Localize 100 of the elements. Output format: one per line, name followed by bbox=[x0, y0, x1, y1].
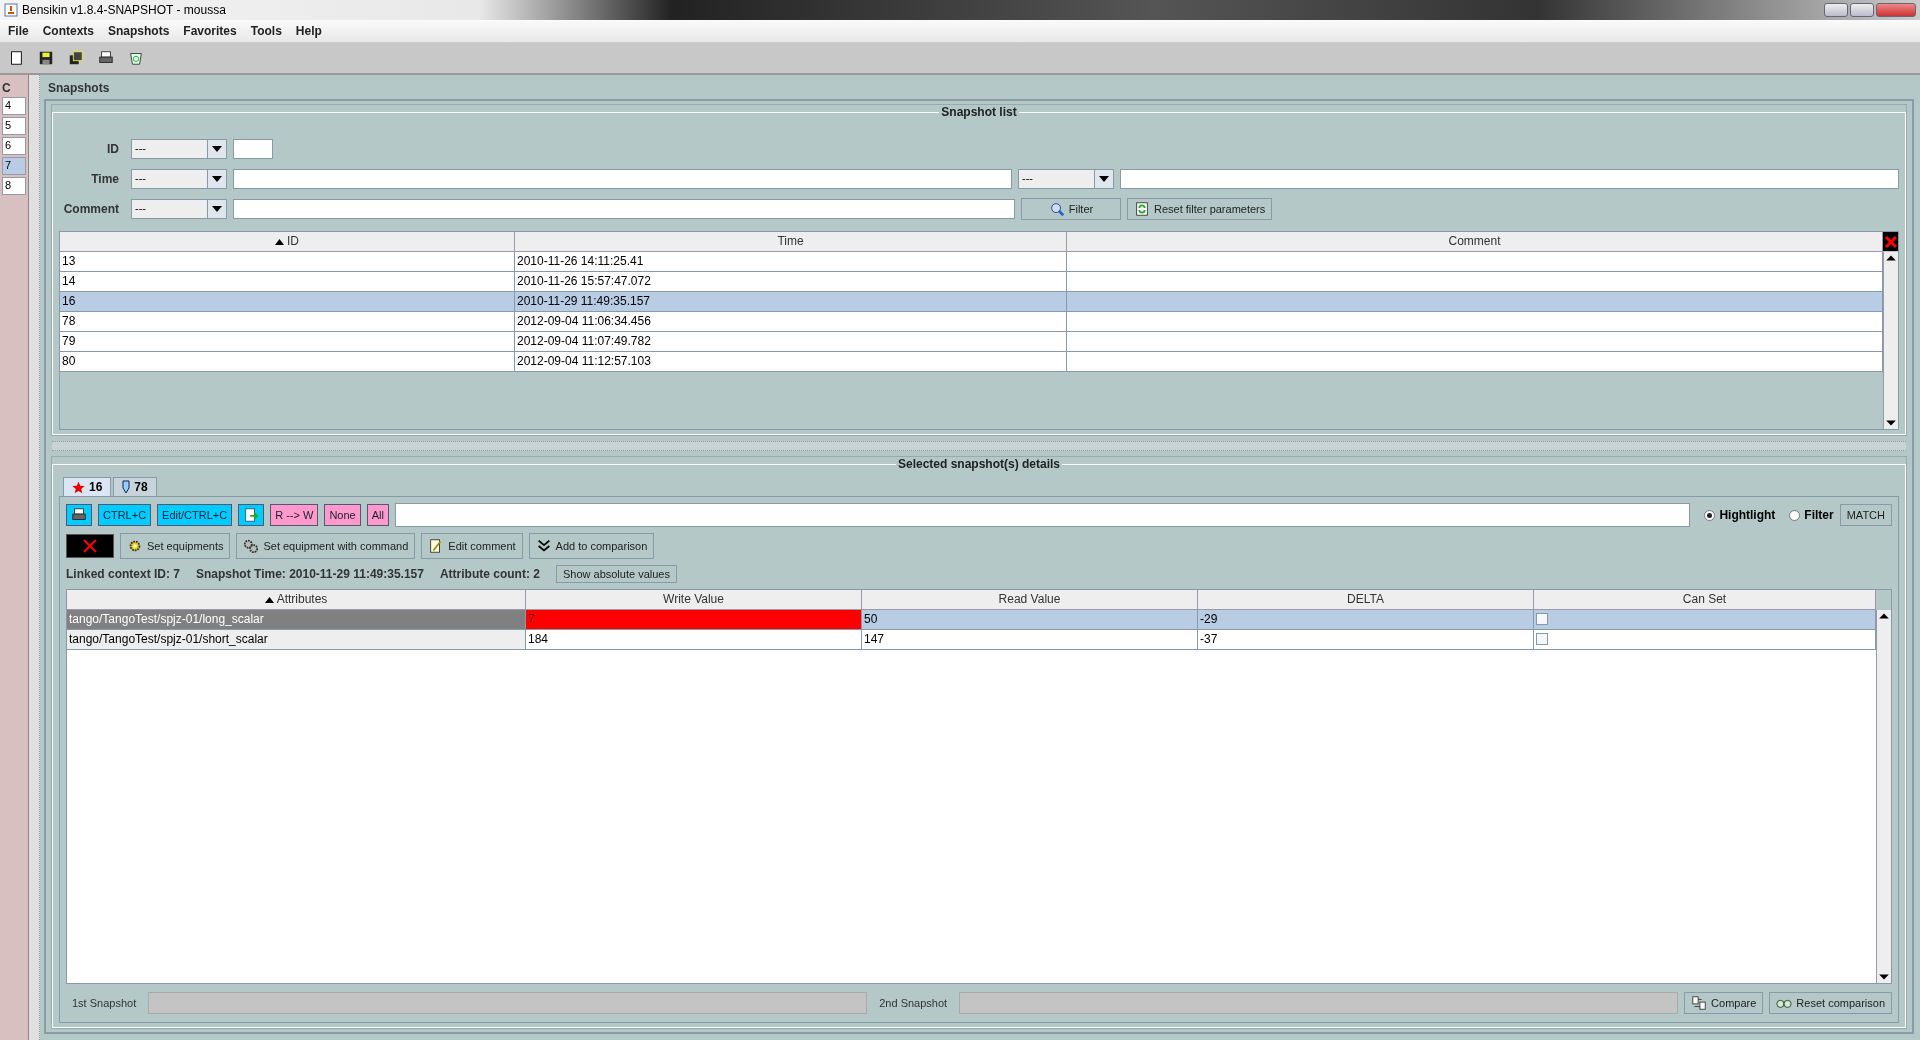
menu-item[interactable]: Tools bbox=[244, 22, 288, 40]
caret-icon bbox=[212, 146, 222, 152]
column-header[interactable]: ID bbox=[60, 232, 515, 252]
table-cell: 14 bbox=[60, 272, 515, 292]
dropdown[interactable]: --- bbox=[1018, 169, 1114, 189]
list-row[interactable]: 8 bbox=[2, 177, 26, 195]
reset-filter-button[interactable]: Reset filter parameters bbox=[1127, 198, 1273, 220]
group-title: Selected snapshot(s) details bbox=[896, 457, 1061, 471]
action-button[interactable]: Add to comparison bbox=[528, 533, 655, 559]
radio-button[interactable]: Hightlight bbox=[1704, 508, 1776, 522]
table-cell: 7 bbox=[526, 610, 862, 630]
time-field[interactable] bbox=[1120, 169, 1899, 189]
table-cell: -37 bbox=[1198, 630, 1534, 650]
table-cell: 80 bbox=[60, 352, 515, 372]
info-text: Attribute count: 2 bbox=[439, 567, 540, 581]
table-cell: 2012-09-04 11:06:34.456 bbox=[515, 312, 1067, 332]
save-tool-button[interactable] bbox=[38, 50, 54, 66]
action-button[interactable]: Edit comment bbox=[421, 533, 523, 559]
reset-comparison-button[interactable]: Reset comparison bbox=[1769, 992, 1892, 1014]
id-field[interactable] bbox=[233, 139, 273, 159]
menu-item[interactable]: File bbox=[2, 22, 35, 40]
column-header[interactable]: Comment bbox=[1067, 232, 1883, 252]
list-row[interactable]: 5 bbox=[2, 117, 26, 135]
table-cell: 50 bbox=[862, 610, 1198, 630]
column-header[interactable]: Time bbox=[515, 232, 1067, 252]
slot-label: 2nd Snapshot bbox=[878, 997, 949, 1009]
scrollbar[interactable] bbox=[1883, 252, 1898, 429]
match-button[interactable]: MATCH bbox=[1839, 504, 1892, 526]
column-header[interactable]: Can Set bbox=[1534, 590, 1876, 610]
filter-label: Comment bbox=[62, 202, 120, 216]
column-header[interactable]: Write Value bbox=[526, 590, 862, 610]
dropdown[interactable]: --- bbox=[131, 169, 227, 189]
star-icon bbox=[72, 480, 85, 494]
filter-label: Time bbox=[90, 172, 120, 186]
compare-icon bbox=[1691, 995, 1708, 1011]
table-cell: 184 bbox=[526, 630, 862, 650]
action-button[interactable]: Set equipments bbox=[120, 533, 231, 559]
comment-field[interactable] bbox=[233, 199, 1015, 219]
toolbar-button[interactable]: All bbox=[366, 504, 389, 526]
toolbar-button[interactable]: R --> W bbox=[270, 504, 319, 526]
time-field[interactable] bbox=[233, 169, 1012, 189]
table-cell: 147 bbox=[862, 630, 1198, 650]
print-button[interactable] bbox=[66, 504, 92, 526]
filter-label: ID bbox=[106, 142, 120, 156]
list-row[interactable]: 4 bbox=[2, 97, 26, 115]
toolbar-button[interactable]: CTRL+C bbox=[98, 504, 152, 526]
caret-icon bbox=[212, 176, 222, 182]
maximize-button[interactable] bbox=[1850, 3, 1874, 17]
checkbox[interactable] bbox=[1536, 613, 1548, 625]
table-cell: 78 bbox=[60, 312, 515, 332]
document-icon bbox=[8, 50, 24, 66]
menu-item[interactable]: Favorites bbox=[177, 22, 243, 40]
new-tool-button[interactable] bbox=[8, 50, 24, 66]
magnifier-icon bbox=[1048, 201, 1065, 217]
trash-tool-button[interactable] bbox=[128, 50, 144, 66]
dropdown[interactable]: --- bbox=[131, 199, 227, 219]
close-icon[interactable] bbox=[1884, 235, 1897, 248]
menu-item[interactable]: Snapshots bbox=[102, 22, 176, 40]
toolbar-button[interactable]: Edit/CTRL+C bbox=[157, 504, 233, 526]
trash-icon bbox=[128, 50, 144, 66]
list-row[interactable]: 6 bbox=[2, 137, 26, 155]
table-cell: 2010-11-26 14:11:25.41 bbox=[515, 252, 1067, 272]
search-field[interactable] bbox=[394, 503, 1691, 527]
tab[interactable]: 78 bbox=[113, 477, 157, 496]
table-cell: tango/TangoTest/spjz-01/short_scalar bbox=[67, 630, 526, 650]
export-button[interactable] bbox=[238, 504, 265, 526]
column-header[interactable]: Read Value bbox=[862, 590, 1198, 610]
dropdown[interactable]: --- bbox=[131, 139, 227, 159]
radio-button[interactable]: Filter bbox=[1789, 508, 1834, 522]
scrollbar[interactable] bbox=[1876, 610, 1891, 983]
delete-button[interactable] bbox=[66, 534, 114, 558]
menu-item[interactable]: Help bbox=[289, 22, 328, 40]
print-tool-button[interactable] bbox=[98, 50, 114, 66]
sort-arrow-icon bbox=[275, 239, 284, 245]
list-row[interactable]: 7 bbox=[2, 157, 26, 175]
panel-title: C bbox=[2, 81, 12, 95]
table-cell: 16 bbox=[60, 292, 515, 312]
copy-tool-button[interactable] bbox=[68, 50, 84, 66]
column-header[interactable]: Attributes bbox=[67, 590, 526, 610]
menu-item[interactable]: Contexts bbox=[36, 22, 100, 40]
group-title: Snapshot list bbox=[940, 105, 1018, 119]
action-button[interactable]: Set equipment with command bbox=[236, 533, 416, 559]
caret-icon bbox=[1099, 176, 1109, 182]
compare-button[interactable]: Compare bbox=[1684, 992, 1764, 1014]
gear-icon bbox=[127, 538, 143, 554]
close-icon bbox=[82, 538, 98, 554]
table-cell: 79 bbox=[60, 332, 515, 352]
stacked-disks-icon bbox=[68, 50, 84, 66]
table-cell: 2010-11-29 11:49:35.157 bbox=[515, 292, 1067, 312]
show-absolute-button[interactable]: Show absolute values bbox=[555, 565, 677, 583]
sort-arrow-icon bbox=[264, 597, 274, 603]
checkbox[interactable] bbox=[1536, 633, 1548, 645]
refresh-document-icon bbox=[1134, 201, 1150, 217]
minimize-button[interactable] bbox=[1824, 3, 1848, 17]
pin-icon bbox=[122, 480, 131, 494]
toolbar-button[interactable]: None bbox=[324, 504, 361, 526]
info-text: Snapshot Time: 2010-11-29 11:49:35.157 bbox=[196, 567, 424, 581]
column-header[interactable]: DELTA bbox=[1198, 590, 1534, 610]
filter-button[interactable]: Filter bbox=[1021, 198, 1121, 220]
tab[interactable]: 16 bbox=[63, 477, 112, 496]
